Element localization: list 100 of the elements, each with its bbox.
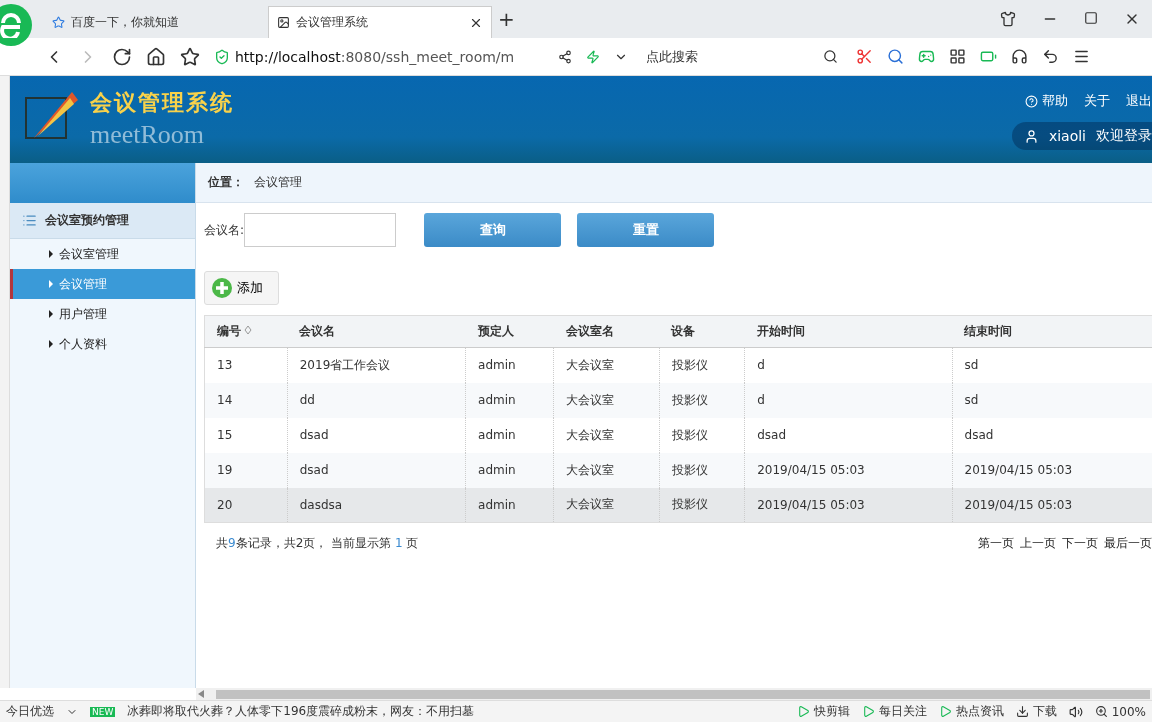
play-icon bbox=[938, 705, 952, 718]
home-icon[interactable] bbox=[146, 46, 166, 67]
menu-icon[interactable] bbox=[1073, 48, 1090, 65]
table-cell: 大会议室 bbox=[553, 452, 660, 488]
table-cell: admin bbox=[465, 347, 554, 383]
table-cell: 投影仪 bbox=[659, 487, 745, 523]
table-cell: 15 bbox=[204, 417, 288, 453]
column-header: 会议室名 bbox=[553, 315, 660, 348]
list-icon bbox=[22, 213, 37, 228]
table-cell: dsad bbox=[287, 417, 466, 453]
download-icon bbox=[1015, 705, 1029, 718]
grid-icon[interactable] bbox=[949, 48, 966, 65]
browser-tab[interactable]: 百度一下，你就知道 bbox=[44, 6, 268, 38]
table-cell: 19 bbox=[204, 452, 288, 488]
reload-icon[interactable] bbox=[112, 46, 132, 67]
table-cell: dasdsa bbox=[287, 487, 466, 523]
news-headline[interactable]: 冰葬即将取代火葬？人体零下196度震碎成粉末，网友：不用扫墓 bbox=[127, 703, 508, 720]
help-icon bbox=[1025, 94, 1038, 108]
sidebar-item[interactable]: 用户管理 bbox=[10, 299, 195, 329]
table-cell: admin bbox=[465, 487, 554, 523]
scissors-icon[interactable] bbox=[856, 48, 873, 65]
table-cell: 20 bbox=[204, 487, 288, 523]
welcome-text: 欢迎登录 bbox=[1096, 127, 1152, 145]
column-header: 开始时间 bbox=[744, 315, 953, 348]
table-cell: 投影仪 bbox=[659, 382, 745, 418]
search-icon[interactable] bbox=[823, 49, 838, 64]
table-cell: 13 bbox=[204, 347, 288, 383]
app-title: 会议管理系统 bbox=[90, 89, 234, 117]
table-cell: 14 bbox=[204, 382, 288, 418]
table-cell: 投影仪 bbox=[659, 347, 745, 383]
status-item[interactable]: 下载 bbox=[1015, 703, 1057, 720]
plus-icon bbox=[211, 277, 233, 299]
table-cell: 2019/04/15 05:03 bbox=[744, 487, 953, 523]
table-cell: admin bbox=[465, 452, 554, 488]
table-cell: 大会议室 bbox=[553, 417, 660, 453]
pager-link[interactable]: 第一页 bbox=[978, 535, 1014, 552]
table-cell: dsad bbox=[287, 452, 466, 488]
add-button[interactable]: 添加 bbox=[204, 271, 279, 305]
sidebar-group[interactable]: 会议室预约管理 bbox=[10, 203, 195, 239]
pager-link[interactable]: 最后一页 bbox=[1104, 535, 1152, 552]
undo-icon[interactable] bbox=[1042, 48, 1059, 65]
breadcrumb-value: 会议管理 bbox=[254, 174, 302, 191]
column-header: 预定人 bbox=[465, 315, 554, 348]
table-cell: dsad bbox=[744, 417, 953, 453]
table-cell: 2019省工作会议 bbox=[287, 347, 466, 383]
table-cell: 投影仪 bbox=[659, 452, 745, 488]
column-header[interactable]: 编号 bbox=[204, 315, 288, 348]
column-header: 结束时间 bbox=[952, 315, 1152, 348]
app-subtitle: meetRoom bbox=[90, 120, 206, 150]
play-icon bbox=[796, 705, 810, 718]
table-cell: sd bbox=[952, 382, 1152, 418]
new-tab-button[interactable]: + bbox=[498, 7, 515, 31]
table-cell: dsad bbox=[952, 417, 1152, 453]
scroll-thumb[interactable] bbox=[216, 689, 1150, 699]
status-label[interactable]: 今日优选 bbox=[6, 703, 54, 720]
horizontal-scrollbar[interactable] bbox=[196, 688, 1152, 700]
table-cell: dd bbox=[287, 382, 466, 418]
table-cell: 大会议室 bbox=[553, 347, 660, 383]
table-cell: 投影仪 bbox=[659, 417, 745, 453]
new-badge: NEW bbox=[90, 706, 116, 717]
sidebar-item[interactable]: 个人资料 bbox=[10, 329, 195, 359]
table-cell: sd bbox=[952, 347, 1152, 383]
name-input-field[interactable] bbox=[244, 213, 397, 247]
table-cell: 2019/04/15 05:03 bbox=[952, 452, 1152, 488]
header-link[interactable]: 帮助 bbox=[1025, 92, 1068, 110]
search-field[interactable]: 点此搜索 bbox=[642, 43, 842, 70]
column-header: 设备 bbox=[659, 315, 745, 348]
status-item[interactable]: 每日关注 bbox=[861, 703, 927, 720]
record-summary: 共9条记录，共2页， 当前显示第 1 页 bbox=[216, 535, 419, 552]
pager-link[interactable]: 下一页 bbox=[1062, 535, 1098, 552]
play-icon bbox=[861, 705, 875, 718]
share-icon[interactable] bbox=[558, 49, 572, 64]
sidebar-item[interactable]: 会议室管理 bbox=[10, 239, 195, 269]
maximize-icon[interactable] bbox=[1084, 11, 1098, 25]
breadcrumb-label: 位置： bbox=[208, 174, 244, 191]
browser-logo[interactable] bbox=[0, 4, 32, 46]
zoom-icon bbox=[1094, 705, 1108, 718]
status-item[interactable]: 快剪辑 bbox=[796, 703, 850, 720]
lightning-icon[interactable] bbox=[586, 49, 600, 64]
table-cell: d bbox=[744, 347, 953, 383]
scroll-left-icon[interactable] bbox=[198, 690, 204, 698]
address-field[interactable]: http://localhost:8080/ssh_meet_room/m bbox=[214, 48, 544, 65]
skin-icon[interactable] bbox=[1000, 11, 1016, 27]
pager-link[interactable]: 上一页 bbox=[1020, 535, 1056, 552]
table-cell: admin bbox=[465, 382, 554, 418]
header-link[interactable]: 关于 bbox=[1084, 92, 1110, 110]
star-icon[interactable] bbox=[180, 46, 200, 67]
header-link[interactable]: 退出 bbox=[1126, 92, 1152, 110]
table-cell: 2019/04/15 05:03 bbox=[952, 487, 1152, 523]
zoom-level[interactable]: 100% bbox=[1094, 704, 1146, 719]
table-cell: admin bbox=[465, 417, 554, 453]
browser-tab[interactable]: 会议管理系统 bbox=[268, 6, 492, 38]
table-cell: 大会议室 bbox=[553, 382, 660, 418]
user-name: xiaoli bbox=[1048, 128, 1086, 144]
status-item[interactable]: 热点资讯 bbox=[938, 703, 1004, 720]
user-icon bbox=[1023, 128, 1039, 144]
table-cell: 大会议室 bbox=[553, 487, 660, 523]
volume-icon[interactable] bbox=[1068, 704, 1083, 719]
headphones-icon[interactable] bbox=[1011, 48, 1028, 65]
gamepad-icon[interactable] bbox=[918, 48, 935, 65]
